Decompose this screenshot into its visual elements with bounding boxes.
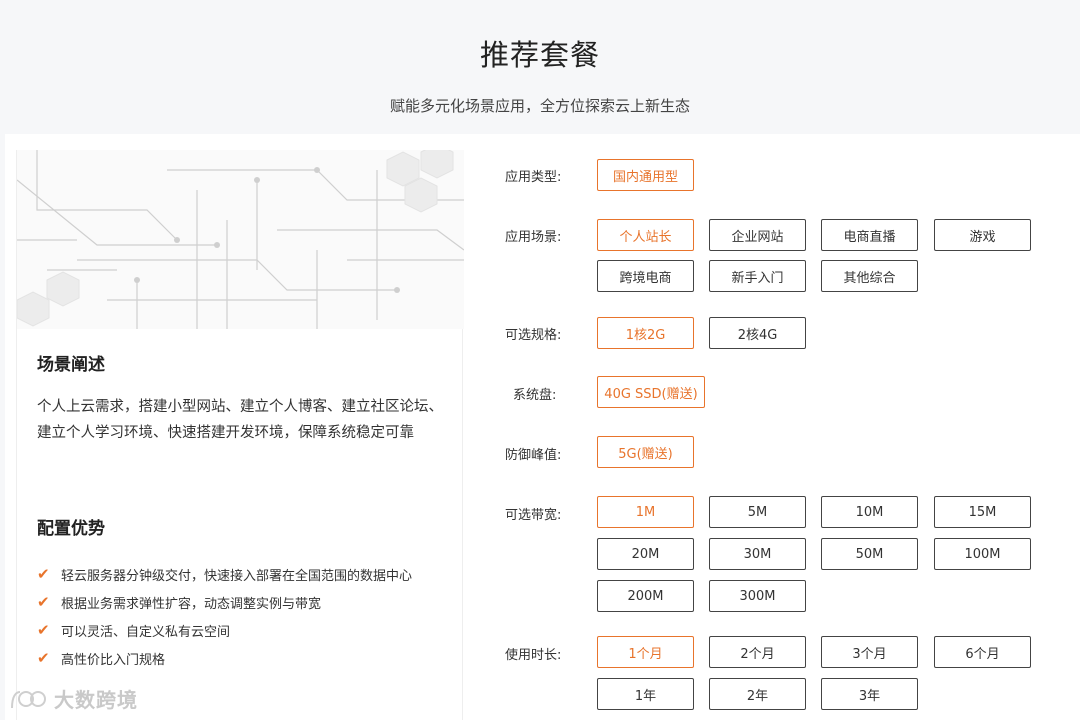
advantages-title: 配置优势	[37, 519, 105, 539]
defense-label: 防御峰值:	[505, 448, 562, 463]
bandwidth-option-10m[interactable]: 10M	[821, 496, 918, 528]
bandwidth-option-1m[interactable]: 1M	[597, 496, 694, 528]
scenario-title: 场景阐述	[37, 355, 105, 375]
scene-option-personal-site[interactable]: 个人站长	[597, 219, 694, 251]
bandwidth-option-20m[interactable]: 20M	[597, 538, 694, 570]
spec-option-2c4g[interactable]: 2核4G	[709, 317, 806, 349]
advantage-item: ✔ 可以灵活、自定义私有云空间	[37, 621, 231, 640]
scene-option-cross-border[interactable]: 跨境电商	[597, 260, 694, 292]
duration-option-1-month[interactable]: 1个月	[597, 636, 694, 668]
disk-label: 系统盘:	[513, 388, 557, 403]
bandwidth-option-30m[interactable]: 30M	[709, 538, 806, 570]
check-icon: ✔	[37, 565, 50, 583]
duration-option-1-year[interactable]: 1年	[597, 678, 694, 710]
check-icon: ✔	[37, 621, 50, 639]
page-subtitle: 赋能多元化场景应用，全方位探索云上新生态	[389, 97, 690, 115]
check-icon: ✔	[37, 593, 50, 611]
page-title: 推荐套餐	[479, 38, 600, 72]
bandwidth-option-15m[interactable]: 15M	[934, 496, 1031, 528]
spec-label: 可选规格:	[505, 328, 562, 343]
bandwidth-option-50m[interactable]: 50M	[821, 538, 918, 570]
watermark-logo-icon	[11, 690, 46, 708]
duration-option-2-years[interactable]: 2年	[709, 678, 806, 710]
scene-option-enterprise-site[interactable]: 企业网站	[709, 219, 806, 251]
page-header: 推荐套餐 赋能多元化场景应用，全方位探索云上新生态	[0, 0, 1080, 134]
scene-option-game[interactable]: 游戏	[934, 219, 1031, 251]
scene-option-ecommerce-live[interactable]: 电商直播	[821, 219, 918, 251]
watermark: 大数跨境	[8, 684, 138, 713]
scene-option-other[interactable]: 其他综合	[821, 260, 918, 292]
config-panel: 应用类型: 国内通用型 应用场景: 个人站长 企业网站 电商直播 游戏 跨境电商…	[463, 134, 1080, 720]
duration-option-2-months[interactable]: 2个月	[709, 636, 806, 668]
advantage-item: ✔ 轻云服务器分钟级交付，快速接入部署在全国范围的数据中心	[37, 565, 413, 584]
bandwidth-option-300m[interactable]: 300M	[709, 580, 806, 612]
scenario-description: 个人上云需求，搭建小型网站、建立个人博客、建立社区论坛、建立个人学习环境、快速搭…	[37, 399, 443, 441]
duration-label: 使用时长:	[505, 648, 562, 663]
scenario-banner-image	[17, 150, 464, 329]
scene-option-beginner[interactable]: 新手入门	[709, 260, 806, 292]
package-card: 场景阐述 个人上云需求，搭建小型网站、建立个人博客、建立社区论坛、建立个人学习环…	[5, 134, 1080, 720]
app-type-option-domestic[interactable]: 国内通用型	[597, 159, 694, 191]
bandwidth-label: 可选带宽:	[505, 508, 562, 523]
bandwidth-option-100m[interactable]: 100M	[934, 538, 1031, 570]
app-type-label: 应用类型:	[505, 170, 562, 185]
scene-label: 应用场景:	[505, 230, 562, 245]
advantage-item: ✔ 根据业务需求弹性扩容，动态调整实例与带宽	[37, 593, 322, 612]
scenario-panel: 场景阐述 个人上云需求，搭建小型网站、建立个人博客、建立社区论坛、建立个人学习环…	[16, 150, 464, 720]
disk-option-40g-ssd[interactable]: 40G SSD(赠送)	[597, 376, 705, 408]
spec-option-1c2g[interactable]: 1核2G	[597, 317, 694, 349]
bandwidth-option-200m[interactable]: 200M	[597, 580, 694, 612]
duration-option-3-years[interactable]: 3年	[821, 678, 918, 710]
advantage-item: ✔ 高性价比入门规格	[37, 649, 166, 668]
bandwidth-option-5m[interactable]: 5M	[709, 496, 806, 528]
check-icon: ✔	[37, 649, 50, 667]
duration-option-6-months[interactable]: 6个月	[934, 636, 1031, 668]
duration-option-3-months[interactable]: 3个月	[821, 636, 918, 668]
watermark-text: 大数跨境	[54, 688, 138, 712]
defense-option-5g[interactable]: 5G(赠送)	[597, 436, 694, 468]
advantages-list: ✔ 轻云服务器分钟级交付，快速接入部署在全国范围的数据中心 ✔ 根据业务需求弹性扩容…	[37, 560, 412, 672]
